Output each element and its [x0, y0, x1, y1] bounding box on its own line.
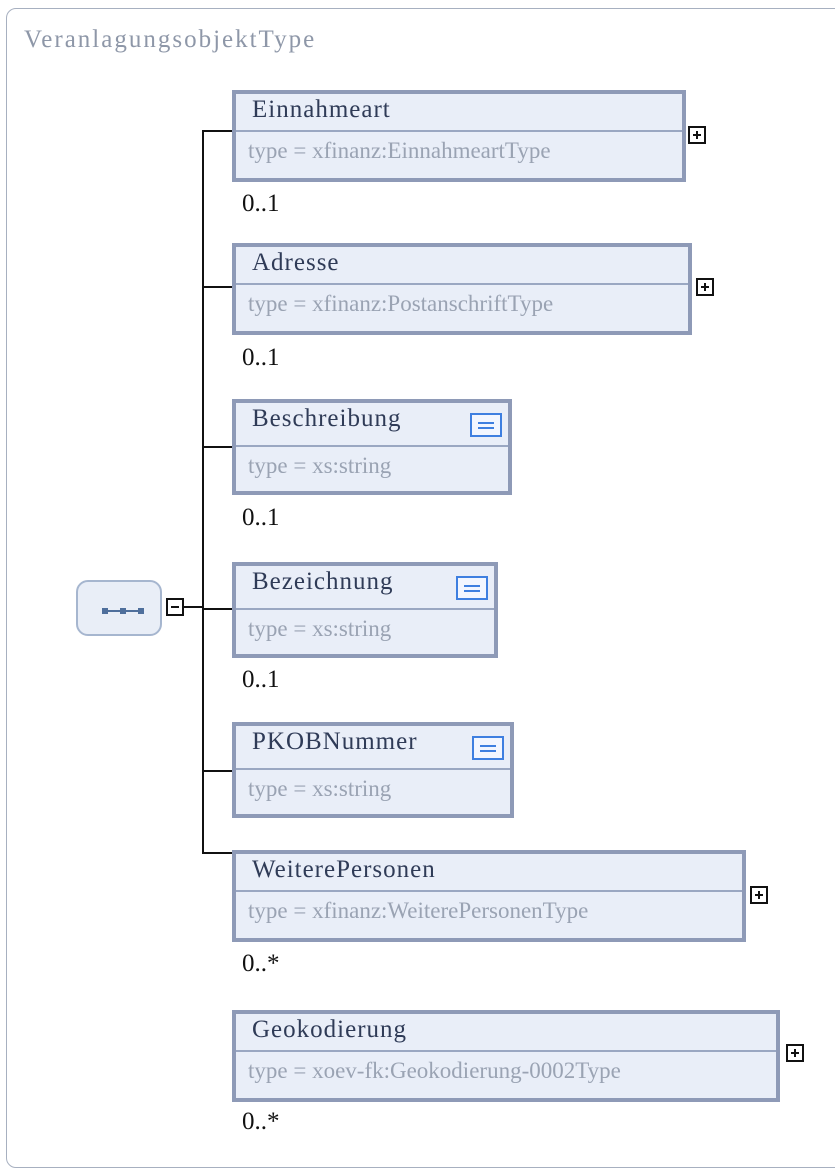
- documentation-icon: [456, 576, 488, 600]
- occurrence-label: 0..1: [242, 666, 280, 693]
- element-type: type = xfinanz:WeiterePersonenType: [248, 898, 589, 923]
- connector-spine: [202, 130, 204, 854]
- occurrence-label: 0..1: [242, 344, 280, 371]
- occurrence-label: 0..*: [242, 1108, 280, 1135]
- element-type: type = xfinanz:PostanschriftType: [248, 291, 554, 316]
- connector-branch: [202, 130, 232, 132]
- element-type: type = xoev-fk:Geokodierung-0002Type: [248, 1058, 621, 1083]
- complex-type-title: VeranlagungsobjektType: [24, 26, 317, 53]
- expand-icon[interactable]: [688, 126, 706, 144]
- element-name: Beschreibung: [252, 405, 402, 432]
- element-name: Adresse: [252, 249, 340, 276]
- element-name: Geokodierung: [252, 1016, 408, 1043]
- connector-branch: [202, 286, 232, 288]
- element-name: Einnahmeart: [252, 96, 391, 123]
- connector-branch: [202, 608, 232, 610]
- collapse-icon[interactable]: [166, 598, 184, 616]
- element-pkobnummer[interactable]: PKOBNummer type = xs:string: [232, 722, 514, 818]
- expand-icon[interactable]: [786, 1044, 804, 1062]
- element-type: type = xfinanz:EinnahmeartType: [248, 138, 551, 163]
- occurrence-label: 0..1: [242, 190, 280, 217]
- expand-icon[interactable]: [696, 278, 714, 296]
- element-type: type = xs:string: [248, 453, 392, 478]
- element-name: PKOBNummer: [252, 728, 418, 755]
- element-bezeichnung[interactable]: Bezeichnung type = xs:string: [232, 562, 498, 658]
- connector-branch: [202, 446, 232, 448]
- element-type: type = xs:string: [248, 776, 392, 801]
- connector-branch: [202, 852, 232, 854]
- documentation-icon: [470, 413, 502, 437]
- sequence-icon: [102, 608, 144, 614]
- element-einnahmeart[interactable]: Einnahmeart type = xfinanz:EinnahmeartTy…: [232, 90, 686, 182]
- sequence-compositor[interactable]: [76, 580, 162, 636]
- occurrence-label: 0..*: [242, 950, 280, 977]
- connector-branch: [202, 770, 232, 772]
- occurrence-label: 0..1: [242, 504, 280, 531]
- element-geokodierung[interactable]: Geokodierung type = xoev-fk:Geokodierung…: [232, 1010, 780, 1102]
- element-beschreibung[interactable]: Beschreibung type = xs:string: [232, 399, 512, 495]
- element-weiterepersonen[interactable]: WeiterePersonen type = xfinanz:WeiterePe…: [232, 850, 746, 942]
- element-type: type = xs:string: [248, 616, 392, 641]
- element-name: Bezeichnung: [252, 568, 394, 595]
- documentation-icon: [472, 736, 504, 760]
- element-name: WeiterePersonen: [252, 856, 436, 883]
- expand-icon[interactable]: [750, 886, 768, 904]
- element-adresse[interactable]: Adresse type = xfinanz:PostanschriftType: [232, 243, 692, 335]
- connector-line: [184, 606, 204, 608]
